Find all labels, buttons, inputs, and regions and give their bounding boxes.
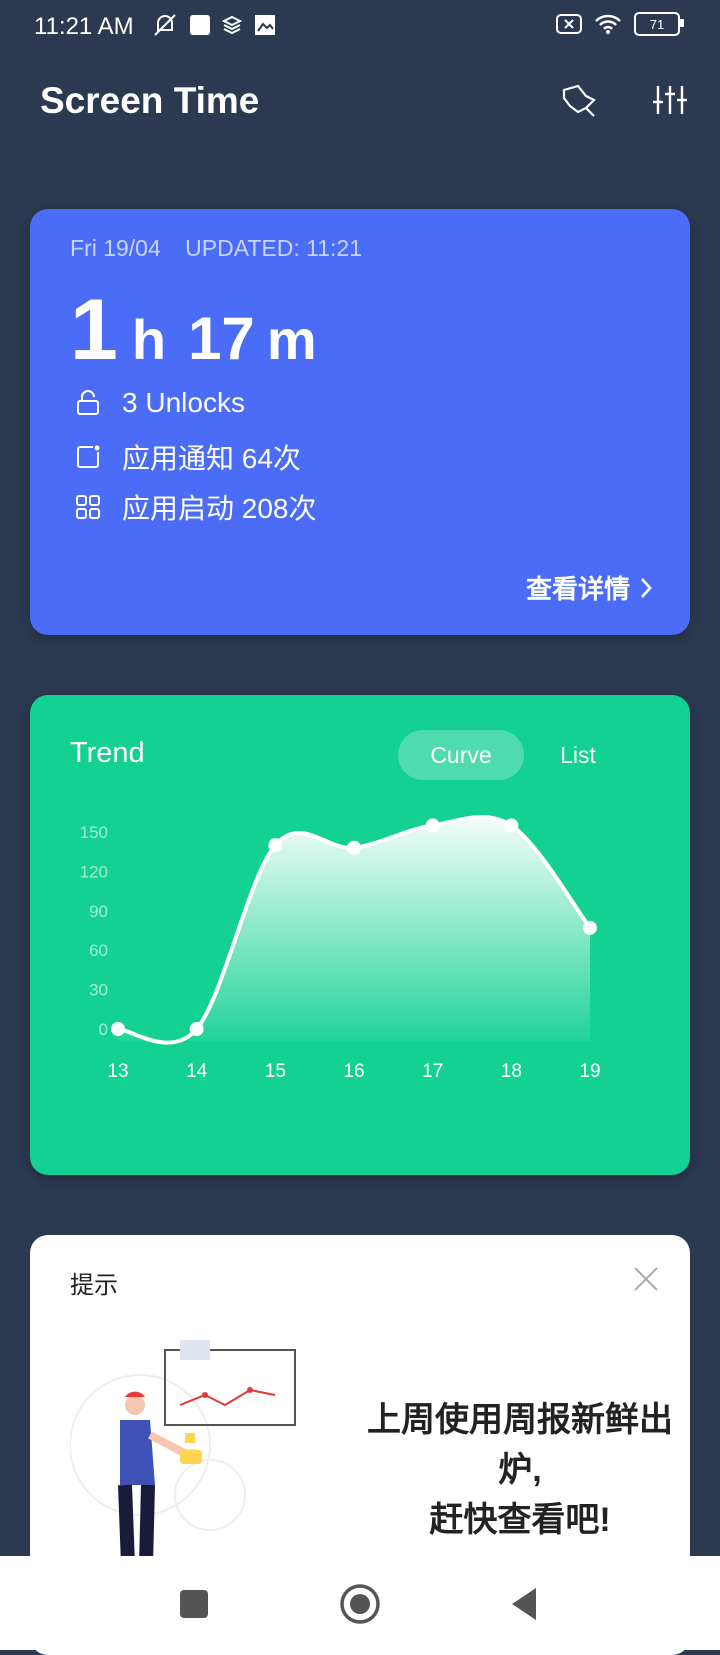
y-tick-label: 150	[80, 823, 108, 842]
data-point	[111, 1022, 125, 1036]
mute-icon	[154, 14, 176, 36]
tip-message-line1: 上周使用周报新鲜出	[367, 1401, 673, 1439]
tip-message-line2: 炉,	[498, 1451, 542, 1489]
data-point	[425, 818, 440, 833]
recents-button[interactable]	[172, 1582, 216, 1626]
data-point	[189, 1022, 204, 1036]
notifications-label: 应用通知 64次	[122, 443, 301, 474]
star-edit-icon	[562, 84, 596, 117]
trend-card: Trend Curve List 0 30 60 90 120 150 13 14 15 16 1…	[30, 695, 690, 1175]
notification-icon	[77, 445, 100, 468]
battery-icon: 71	[634, 12, 684, 36]
sliders-icon	[653, 86, 687, 114]
unlocks-label: 3 Unlocks	[122, 387, 245, 418]
hours-value: 1	[70, 282, 118, 378]
y-tick-label: 0	[99, 1020, 108, 1039]
x-tick-label: 19	[579, 1061, 600, 1082]
launches-label: 应用启动 208次	[122, 493, 317, 524]
layers-icon	[222, 15, 242, 35]
y-tick-label: 30	[89, 981, 108, 1000]
battery-level: 71	[649, 16, 665, 32]
unlocks-row: 3 Unlocks	[74, 387, 245, 419]
hours-unit: h	[131, 308, 167, 371]
square-nav-icon	[180, 1590, 208, 1618]
home-button[interactable]	[338, 1582, 382, 1626]
x-tick-label: 15	[265, 1061, 286, 1082]
theme-button[interactable]	[556, 78, 600, 122]
launches-row: 应用启动 208次	[74, 487, 317, 527]
image-icon	[255, 15, 275, 35]
close-icon[interactable]	[632, 1265, 660, 1293]
lock-icon	[77, 390, 99, 415]
tip-message: 上周使用周报新鲜出 炉, 赶快查看吧!	[330, 1395, 710, 1545]
x-tick-label: 14	[186, 1061, 208, 1082]
tip-message-line3: 赶快查看吧!	[429, 1501, 611, 1539]
apps-grid-icon	[76, 495, 100, 519]
x-tick-label: 18	[501, 1061, 522, 1082]
x-tick-label: 17	[422, 1061, 443, 1082]
data-point	[347, 840, 361, 855]
x-tick-label: 16	[343, 1061, 364, 1082]
page-title: Screen Time	[40, 80, 260, 121]
trend-chart: 0 30 60 90 120 150 13 14 15 16 17 18 19	[80, 814, 601, 1082]
list-tab[interactable]: List	[538, 730, 618, 780]
chevron-right-icon	[641, 577, 652, 598]
tip-title: 提示	[70, 1272, 118, 1299]
back-button[interactable]	[504, 1582, 548, 1626]
minutes-value: 17	[188, 305, 255, 372]
date-label: Fri 19/04	[70, 235, 161, 261]
trend-title: Trend	[70, 737, 145, 769]
data-point	[583, 920, 597, 935]
back-triangle-icon	[512, 1588, 536, 1620]
data-point	[504, 818, 519, 833]
sim-off-icon	[556, 14, 582, 34]
summary-date: Fri 19/04 UPDATED: 11:21	[70, 235, 380, 262]
wifi-icon	[595, 14, 621, 34]
y-tick-label: 90	[89, 902, 108, 921]
data-point	[268, 838, 283, 853]
summary-card[interactable]: Fri 19/04 UPDATED: 11:21 1 h 17 m 3 Unlo…	[30, 209, 690, 635]
view-details-link[interactable]: 查看详情	[526, 569, 654, 606]
total-screen-time: 1 h 17 m	[70, 281, 339, 380]
square-icon	[190, 15, 210, 35]
status-time: 11:21 AM	[34, 13, 134, 40]
y-tick-label: 60	[89, 941, 108, 960]
settings-button[interactable]	[648, 78, 692, 122]
x-tick-label: 13	[107, 1061, 128, 1082]
status-bar: 11:21 AM 71	[0, 0, 720, 54]
curve-tab[interactable]: Curve	[398, 730, 524, 780]
app-bar: Screen Time	[0, 70, 720, 140]
notifications-row: 应用通知 64次	[74, 437, 301, 477]
home-circle-icon	[340, 1584, 380, 1624]
view-details-label: 查看详情	[525, 574, 630, 604]
y-tick-label: 120	[80, 862, 108, 881]
minutes-unit: m	[266, 308, 317, 371]
updated-label: UPDATED: 11:21	[185, 235, 362, 261]
report-illustration	[70, 1340, 296, 1565]
navigation-bar	[0, 1556, 720, 1650]
